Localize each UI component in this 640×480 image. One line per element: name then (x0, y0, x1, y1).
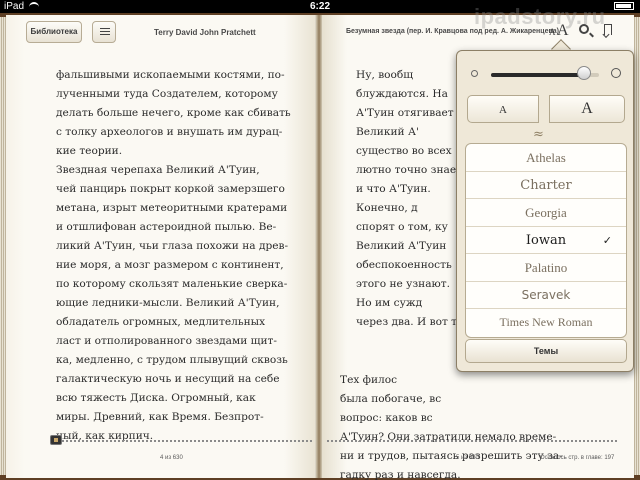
text-line: миры. Древний, как Время. Безпрот- (56, 411, 264, 423)
text-line: чей панцирь покрыт коркой замерзшего (56, 183, 285, 195)
text-line: Звездная черепаха Великий А'Туин, (56, 164, 260, 176)
text-line: лученными туда Создателем, которому (56, 88, 278, 100)
right-page-number: 5 из 630 (456, 455, 479, 461)
watermark: ipadstory.ru (474, 4, 606, 29)
text-line: галактическую ночь и несущий на себе (56, 373, 280, 385)
font-option-label: Palatino (524, 260, 568, 275)
font-option-label: Iowan (525, 232, 567, 248)
text-line: ние моря, а мозг размером с континент, (56, 259, 284, 271)
text-line: метана, изрыт метеоритными кратерами (56, 202, 288, 214)
text-line: обеспокоенность (356, 259, 452, 271)
left-page-text: фальшивыми ископаемыми костями, по- луче… (56, 66, 308, 446)
page-scrubber-left[interactable] (62, 440, 312, 442)
text-line: этого не узнают. (356, 278, 451, 290)
text-line: с толку археологов и внушать им дурац- (56, 126, 283, 138)
left-page-header: Terry David John Pratchett (154, 28, 256, 37)
text-line: Великий А' (356, 126, 419, 138)
increase-font-button[interactable]: A (549, 95, 625, 123)
text-line: ка, медленно, с трудом плывущий сквозь (56, 354, 288, 366)
font-option-iowan[interactable]: Iowan ✓ (466, 227, 626, 254)
text-line: А'Туин? Они затратили немало време- (340, 431, 557, 443)
font-list: Athelas Charter Georgia Iowan ✓ Palatino … (465, 143, 627, 338)
library-button[interactable]: Библиотека (26, 21, 82, 43)
text-line: Конечно, д (356, 202, 418, 214)
text-line: обладатель огромных, медлительных (56, 316, 266, 328)
decrease-font-button[interactable]: A (467, 95, 539, 123)
font-option-georgia[interactable]: Georgia (466, 199, 626, 227)
text-line: блуждаются. На (356, 88, 448, 100)
brightness-low-icon (471, 70, 478, 77)
font-option-label: Times New Roman (499, 315, 593, 329)
battery-icon (611, 0, 634, 13)
themes-button[interactable]: Темы (465, 339, 627, 363)
brightness-control (467, 65, 625, 83)
right-page-text-lower: Тех филос была побогаче, вс вопрос: како… (340, 371, 602, 480)
checkmark-icon: ✓ (602, 233, 612, 247)
text-line: Ну, вообщ (356, 69, 414, 81)
text-line: А'Туин отягивает (356, 107, 454, 119)
list-icon (100, 28, 110, 36)
font-option-charter[interactable]: Charter (466, 172, 626, 199)
text-line: фальшивыми ископаемыми костями, по- (56, 69, 285, 81)
text-line: вопрос: каков вс (340, 412, 433, 424)
text-line: Великий А'Туин (356, 240, 447, 252)
font-option-seravek[interactable]: Seravek (466, 282, 626, 309)
brightness-slider-knob[interactable] (576, 66, 591, 80)
right-page-text: Ну, вообщ блуждаются. На А'Туин отягивае… (356, 66, 466, 332)
text-line: спорят о том, ку (356, 221, 448, 233)
font-option-palatino[interactable]: Palatino (466, 254, 626, 282)
text-line: Но им сужд (356, 297, 423, 309)
text-line: ный, как кирпич. (56, 430, 154, 442)
text-line: кие теории. (56, 145, 123, 157)
text-line: всю тяжесть Диска. Огромный, как (56, 392, 256, 404)
font-option-label: Athelas (526, 150, 566, 165)
font-option-times-new-roman[interactable]: Times New Roman (466, 309, 626, 337)
text-line: была побогаче, вс (340, 393, 442, 405)
scrubber-handle[interactable] (50, 435, 62, 445)
page-edges-right (634, 17, 640, 475)
pages-remaining: Осталось стр. в главе: 197 (540, 455, 615, 461)
text-line: существо во всех (356, 145, 452, 157)
text-line: делать больше нечего, кроме как сбивать (56, 107, 291, 119)
text-line: лютно точно знает (356, 164, 462, 176)
text-line: ласт и отполированного звездами щит- (56, 335, 277, 347)
table-of-contents-button[interactable] (92, 21, 116, 43)
text-line: и что А'Туин. (356, 183, 431, 195)
font-option-label: Georgia (525, 205, 567, 220)
font-option-label: Seravek (521, 287, 571, 302)
text-line: ющие ледники-мысли. Великий А'Туин, (56, 297, 280, 309)
left-page-number: 4 из 630 (160, 455, 183, 461)
text-line: ликий А'Туин, чьи глаза похожи на древ- (56, 240, 289, 252)
font-option-athelas[interactable]: Athelas (466, 144, 626, 172)
font-settings-popover: A A ≈ Athelas Charter Georgia Iowan ✓ Pal… (456, 50, 634, 372)
text-line: по которому скользят маленькие сверка- (56, 278, 288, 290)
font-option-label: Charter (520, 177, 572, 193)
text-line: через два. И вот т (356, 316, 458, 328)
text-line: гадку раз и навсегда. (340, 469, 461, 480)
brightness-high-icon (611, 68, 621, 78)
text-line: Тех филос (340, 374, 398, 386)
brightness-slider-fill (491, 73, 584, 77)
page-scrubber-right[interactable] (327, 440, 617, 442)
flourish-divider: ≈ (533, 127, 544, 142)
text-line: и отшлифован астероидной пылью. Ве- (56, 221, 277, 233)
